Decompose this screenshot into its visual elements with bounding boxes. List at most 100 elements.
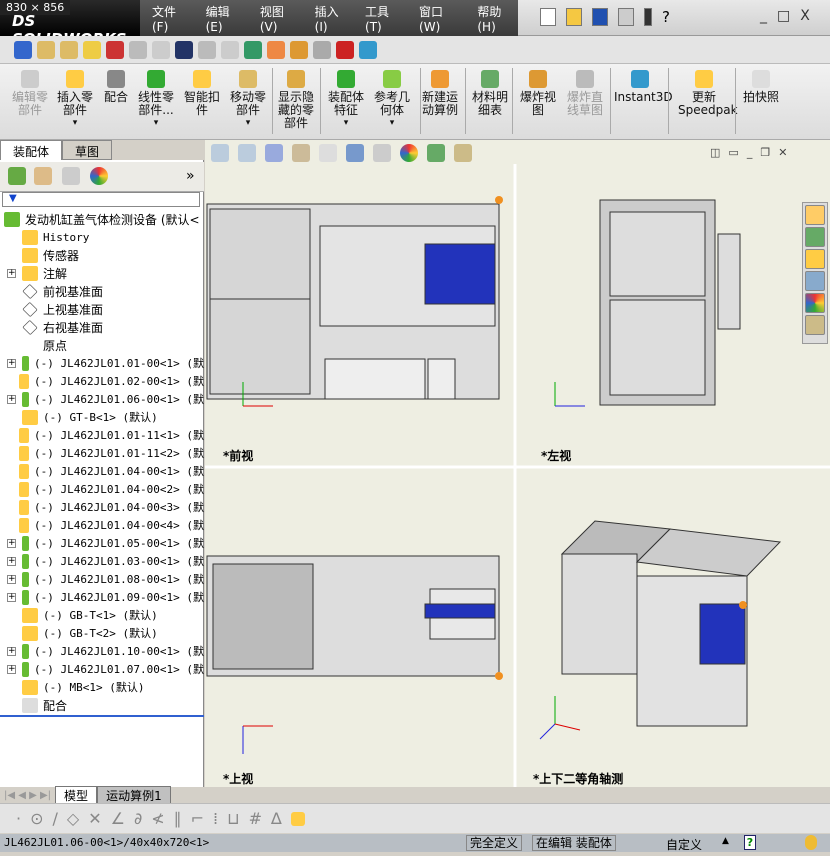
interference-icon[interactable]	[129, 40, 147, 59]
tree-item[interactable]: (-) JL462JL01.04-00<2> (默	[0, 480, 204, 498]
section-properties-icon[interactable]	[83, 40, 101, 59]
expand-toggle[interactable]: +	[7, 394, 16, 404]
cmd-button-14[interactable]: 更新 Speedpak	[678, 70, 738, 117]
close-button[interactable]: X	[800, 8, 810, 24]
parallel-icon[interactable]: ∥	[174, 809, 182, 828]
tree-item[interactable]: (-) MB<1> (默认)	[0, 678, 204, 696]
check-icon[interactable]	[313, 40, 331, 59]
help-icon[interactable]: ?	[662, 8, 670, 26]
tree-item[interactable]: + (-) JL462JL01.10-00<1> (默	[0, 642, 204, 660]
tree-item[interactable]: 右视基准面	[0, 318, 204, 336]
curvature-icon[interactable]	[267, 40, 285, 59]
model-viewports[interactable]	[205, 164, 830, 787]
tree-item[interactable]: + (-) JL462JL01.05-00<1> (默	[0, 534, 204, 552]
cmd-button-15[interactable]: 拍快照	[735, 70, 787, 104]
new-document-icon[interactable]	[540, 8, 556, 26]
cmd-button-7[interactable]: 装配体 特征 ▾	[320, 70, 372, 130]
menu-item-4[interactable]: 工具(T)	[365, 3, 404, 34]
dropdown-arrow-icon[interactable]: ▾	[222, 117, 274, 130]
appearances-icon[interactable]	[805, 293, 825, 313]
expand-toggle[interactable]: +	[7, 574, 16, 584]
link-views-button[interactable]: ◫	[710, 146, 720, 159]
trim-icon[interactable]: ✕	[88, 809, 101, 828]
restore-doc-button[interactable]: ❐	[760, 146, 770, 159]
zoom-area-icon[interactable]	[238, 144, 256, 162]
help-status-icon[interactable]: ?	[744, 835, 756, 850]
tree-root-assembly[interactable]: 发动机缸盖气体检测设备 (默认<	[0, 210, 204, 228]
edit-appearance-icon[interactable]	[400, 144, 418, 162]
expand-toggle[interactable]: +	[7, 646, 16, 656]
angle-icon[interactable]: ∆	[271, 809, 282, 828]
expand-toggle[interactable]: +	[7, 664, 16, 674]
menu-item-3[interactable]: 插入(I)	[315, 3, 350, 34]
appearance-icon[interactable]	[359, 40, 377, 59]
hole-alignment-icon[interactable]	[198, 40, 216, 59]
menu-item-6[interactable]: 帮助(H)	[477, 3, 518, 34]
rebuild-traffic-light-icon[interactable]	[644, 8, 652, 26]
view-settings-icon[interactable]	[454, 144, 472, 162]
tree-item[interactable]: + (-) JL462JL01.08-00<1> (默	[0, 570, 204, 588]
expand-toggle[interactable]: +	[7, 268, 16, 278]
performance-icon[interactable]	[106, 40, 124, 59]
expand-panel-button[interactable]: »	[186, 168, 195, 184]
cmd-button-9[interactable]: 新建运 动算例	[414, 70, 466, 117]
menu-item-5[interactable]: 窗口(W)	[419, 3, 462, 34]
expand-toggle[interactable]: +	[7, 556, 16, 566]
tree-item[interactable]: + (-) JL462JL01.09-00<1> (默	[0, 588, 204, 606]
design-library-icon[interactable]	[805, 227, 825, 247]
tab-sketch[interactable]: 草图	[62, 140, 113, 160]
display-style-icon[interactable]	[346, 144, 364, 162]
cmd-button-6[interactable]: 显示隐 藏的零 部件	[270, 70, 322, 130]
section-view-icon[interactable]	[292, 144, 310, 162]
tree-item[interactable]: (-) JL462JL01.01-11<1> (默	[0, 426, 204, 444]
custom-properties-icon[interactable]	[805, 315, 825, 335]
feature-manager-icon[interactable]	[8, 167, 26, 185]
hide-show-items-icon[interactable]	[373, 144, 391, 162]
menu-item-2[interactable]: 视图(V)	[260, 3, 300, 34]
expand-toggle[interactable]: +	[7, 358, 16, 368]
tree-item[interactable]: + (-) JL462JL01.07.00<1> (默	[0, 660, 204, 678]
minimize-doc-button[interactable]: _	[747, 146, 753, 159]
polygon-icon[interactable]: ◇	[67, 809, 79, 828]
cmd-button-5[interactable]: 移动零 部件 ▾	[222, 70, 274, 130]
cmd-button-3[interactable]: 线性零 部件... ▾	[130, 70, 182, 130]
tab-scroll-arrows[interactable]: |◀ ◀ ▶ ▶|	[0, 790, 55, 801]
tree-item[interactable]: (-) JL462JL01.04-00<1> (默	[0, 462, 204, 480]
corner-icon[interactable]: ⌐	[191, 809, 204, 828]
extend-icon[interactable]: ∠	[111, 809, 125, 828]
maximize-button[interactable]: □	[777, 8, 790, 24]
point-icon[interactable]: ·	[16, 809, 21, 828]
grid-icon[interactable]: #	[249, 809, 262, 828]
tab-model[interactable]: 模型	[55, 785, 98, 805]
expand-toggle[interactable]: +	[7, 538, 16, 548]
tree-item[interactable]: + (-) JL462JL01.01-00<1> (默	[0, 354, 204, 372]
rollback-bar[interactable]	[0, 715, 204, 717]
cmd-button-10[interactable]: 材料明 细表	[464, 70, 516, 117]
tree-item[interactable]: (-) JL462JL01.01-11<2> (默	[0, 444, 204, 462]
tree-item[interactable]: + (-) JL462JL01.03-00<1> (默	[0, 552, 204, 570]
file-explorer-icon[interactable]	[805, 249, 825, 269]
print-icon[interactable]	[618, 8, 634, 26]
menu-item-1[interactable]: 编辑(E)	[206, 3, 245, 34]
sum-icon[interactable]	[175, 40, 193, 59]
tree-item[interactable]: 前视基准面	[0, 282, 204, 300]
open-folder-icon[interactable]	[566, 8, 582, 26]
bom-excel-icon[interactable]	[244, 40, 262, 59]
configuration-manager-icon[interactable]	[62, 167, 80, 185]
menu-item-0[interactable]: 文件(F)	[152, 3, 191, 34]
zebra-icon[interactable]	[290, 40, 308, 59]
graphics-area[interactable]: ◫ ▭ _ ❐ ✕ *前视 *左视 *上视 *上下二等角轴测	[205, 140, 830, 787]
close-doc-button[interactable]: ✕	[778, 146, 787, 159]
offset-icon[interactable]: ∂	[134, 809, 142, 828]
tree-item[interactable]: 传感器	[0, 246, 204, 264]
cmd-button-13[interactable]: Instant3D	[614, 70, 673, 104]
display-manager-icon[interactable]	[90, 167, 108, 185]
mirror-icon[interactable]: ≮	[151, 809, 164, 828]
rectangle-icon[interactable]: ⁞	[213, 809, 218, 828]
cmd-button-12[interactable]: 爆炸直 线草图	[559, 70, 611, 117]
measure-icon[interactable]	[37, 40, 55, 59]
dropdown-arrow-icon[interactable]: ▾	[49, 117, 101, 130]
tree-item[interactable]: History	[0, 228, 204, 246]
tree-item[interactable]: (-) GB-T<1> (默认)	[0, 606, 204, 624]
cmd-button-4[interactable]: 智能扣 件	[176, 70, 228, 117]
